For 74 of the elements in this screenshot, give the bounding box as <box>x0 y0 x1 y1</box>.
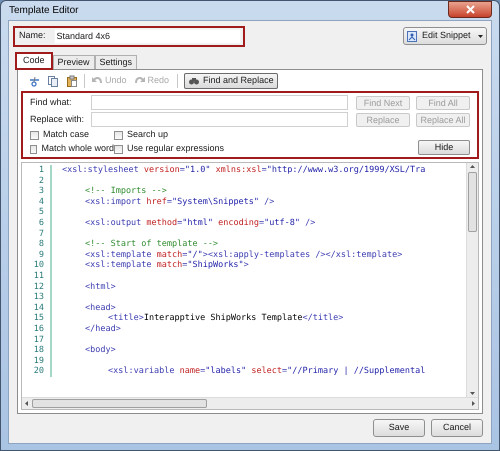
checkbox[interactable] <box>30 130 39 140</box>
snippet-icon <box>407 30 417 42</box>
line-number: 1 <box>22 165 52 176</box>
find-and-replace-button[interactable]: Find and Replace <box>184 73 278 89</box>
line-number: 5 <box>22 207 52 218</box>
scroll-right-icon <box>472 401 475 406</box>
code-line: </head> <box>84 324 121 334</box>
name-label: Name: <box>19 29 46 42</box>
line-number: 9 <box>22 250 52 260</box>
line-number: 13 <box>22 292 52 303</box>
line-number: 11 <box>22 270 52 282</box>
vertical-scrollbar[interactable] <box>466 163 478 397</box>
line-number: 6 <box>22 218 52 229</box>
tab[interactable]: Code <box>15 52 53 70</box>
line-number: 8 <box>22 239 52 250</box>
window-title: Template Editor <box>8 4 78 18</box>
code-line: <body> <box>84 345 116 356</box>
toolbar-button[interactable] <box>64 73 80 89</box>
line-number: 19 <box>22 356 52 366</box>
code-line: <xsl:template match="ShipWorks"> <box>84 260 249 271</box>
scissors-icon <box>28 75 40 87</box>
scroll-down-icon <box>470 392 475 395</box>
close-icon <box>466 5 474 14</box>
scroll-left-icon <box>25 401 28 406</box>
name-field[interactable]: Standard 4x6 <box>54 28 241 44</box>
checkbox[interactable] <box>30 144 38 154</box>
code-line: <title>Interapptive ShipWorks Template</title> <box>107 313 344 324</box>
line-number: 14 <box>22 302 52 314</box>
line-number: 15 <box>22 313 52 324</box>
dialog-button[interactable]: Save <box>373 419 425 437</box>
dropdown-arrow-icon <box>478 34 483 38</box>
line-number: 17 <box>22 334 52 346</box>
checkbox-label: Use regular expressions <box>127 142 224 156</box>
replace-label: Replace with: <box>30 112 86 126</box>
line-number: 4 <box>22 196 52 208</box>
line-number: 16 <box>22 324 52 334</box>
code-line: <xsl:stylesheet version="1.0" xmlns:xsl="http://www.w3.org/1999/XSL/Tra <box>62 165 426 176</box>
checkbox[interactable] <box>114 144 123 154</box>
tab[interactable]: Settings <box>94 55 138 69</box>
code-line: <head> <box>84 302 116 314</box>
line-number: 2 <box>22 176 52 186</box>
edit-snippet-button[interactable]: Edit Snippet <box>403 27 487 45</box>
line-number: 20 <box>22 366 52 377</box>
checkbox-label: Match whole word <box>41 142 114 156</box>
checkbox-label: Search up <box>127 128 168 142</box>
horizontal-scrollbar[interactable] <box>22 397 478 409</box>
line-number: 18 <box>22 345 52 356</box>
line-number: 3 <box>22 186 52 197</box>
code-line: <xsl:import href="System\Snippets" /> <box>84 196 274 208</box>
line-number: 7 <box>22 228 52 240</box>
replace-field[interactable] <box>91 112 348 127</box>
scroll-thumb[interactable] <box>468 172 477 232</box>
code-line: <xsl:template match="/"><xsl:apply-templates /></xsl:template> <box>84 250 402 260</box>
checkbox-label: Match case <box>43 128 90 142</box>
scroll-up-icon <box>470 165 475 168</box>
scroll-thumb[interactable] <box>32 399 207 408</box>
dialog-button[interactable]: Cancel <box>431 419 483 437</box>
checkbox[interactable] <box>114 130 123 140</box>
code-line: <!-- Imports --> <box>84 186 167 197</box>
toolbar-button[interactable] <box>45 73 61 89</box>
find-field[interactable] <box>91 95 348 110</box>
code-line: <html> <box>84 282 116 292</box>
code-line: <!-- Start of template --> <box>84 239 218 250</box>
copy-icon <box>47 75 59 87</box>
binoculars-icon <box>188 75 200 87</box>
code-line: <xsl:output method="html" encoding="utf-8" /> <box>84 218 316 229</box>
line-number: 10 <box>22 260 52 271</box>
tab[interactable]: Preview <box>52 55 95 69</box>
paste-icon <box>66 75 78 87</box>
close-button[interactable] <box>448 1 492 18</box>
find-label: Find what: <box>30 96 73 109</box>
hide-button[interactable]: Hide <box>418 140 470 155</box>
code-line: <xsl:variable name="labels" select="//Primary | //Supplemental <box>107 366 426 377</box>
line-number: 12 <box>22 282 52 292</box>
